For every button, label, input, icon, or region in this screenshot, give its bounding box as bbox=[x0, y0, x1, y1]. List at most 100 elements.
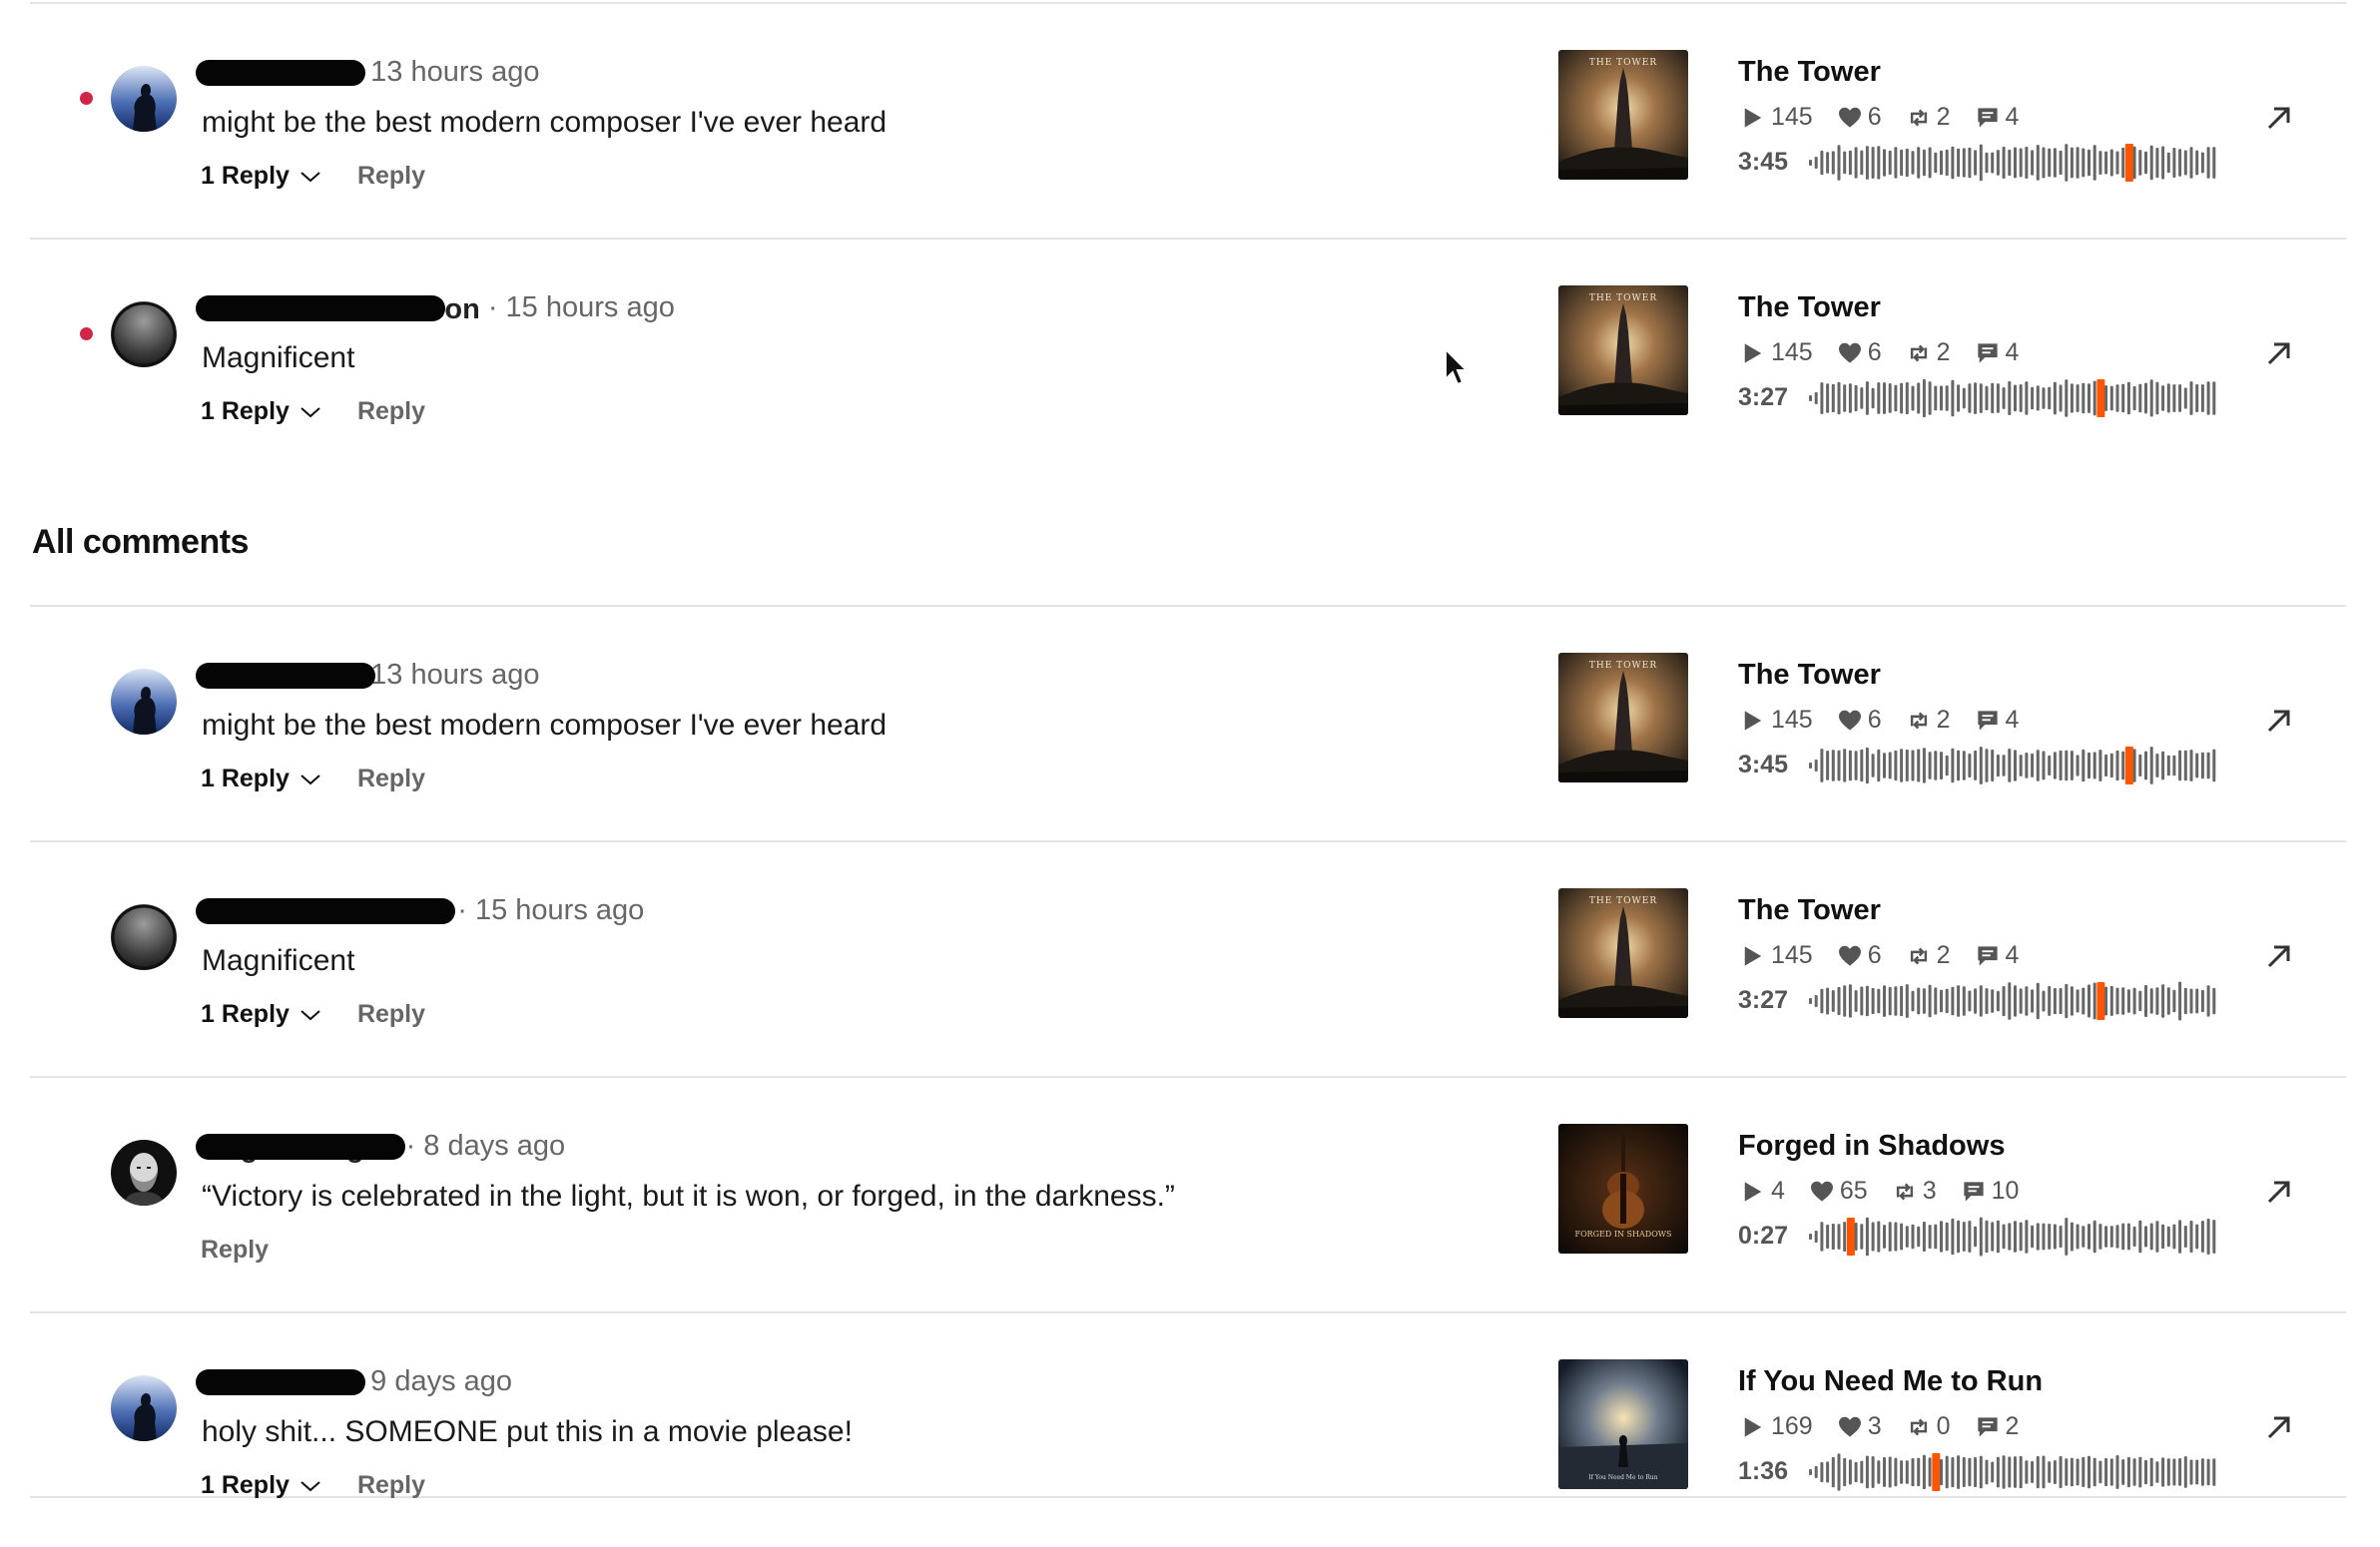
waveform-bar bbox=[1883, 753, 1886, 778]
comment-author[interactable]: Roger Morgan bbox=[196, 1132, 405, 1164]
waveform-bar bbox=[2025, 1220, 2029, 1254]
open-track-arrow-icon[interactable] bbox=[2265, 942, 2293, 970]
waveform[interactable] bbox=[1809, 377, 2218, 419]
waveform-bar bbox=[1917, 1457, 1921, 1487]
tower-art[interactable]: THE TOWER bbox=[1558, 888, 1688, 1018]
waveform-bar bbox=[2053, 1224, 2057, 1250]
waveform-bar bbox=[1877, 382, 1881, 414]
track-title[interactable]: The Tower bbox=[1738, 56, 1881, 89]
waveform-bar bbox=[2132, 1458, 2136, 1486]
replies-count: 1 Reply bbox=[201, 1000, 290, 1028]
replies-toggle[interactable]: 1 Reply bbox=[201, 1471, 321, 1500]
cello-art[interactable]: FORGED IN SHADOWS bbox=[1558, 1124, 1688, 1254]
open-track-arrow-icon[interactable] bbox=[2265, 1413, 2293, 1441]
waveform-bar bbox=[2031, 150, 2035, 176]
waveform-bar bbox=[2155, 381, 2159, 415]
open-track-arrow-icon[interactable] bbox=[2265, 104, 2293, 132]
waveform-bar bbox=[2178, 149, 2182, 177]
reply-button[interactable]: Reply bbox=[357, 765, 425, 793]
waveform[interactable] bbox=[1809, 1451, 2218, 1493]
waveform-bar bbox=[1991, 152, 1995, 174]
comment-author[interactable]: Alexander Jeff478 bbox=[196, 896, 455, 928]
comment-time: · 15 hours ago bbox=[457, 894, 645, 926]
stat-repost: 2 bbox=[1908, 941, 1951, 970]
track-title[interactable]: Forged in Shadows bbox=[1738, 1130, 2005, 1163]
waveform-bar bbox=[1928, 1457, 1932, 1487]
reply-button[interactable]: Reply bbox=[357, 1471, 425, 1500]
stat-play: 169 bbox=[1742, 1412, 1813, 1441]
comment-text: might be the best modern composer I've e… bbox=[202, 709, 888, 742]
portrait-avatar[interactable] bbox=[111, 1140, 177, 1206]
silhouette-avatar[interactable] bbox=[111, 1375, 177, 1441]
comment-time: · 15 hours ago bbox=[487, 291, 675, 323]
open-track-arrow-icon[interactable] bbox=[2265, 707, 2293, 735]
silhouette-avatar[interactable] bbox=[111, 669, 177, 735]
reply-button[interactable]: Reply bbox=[201, 1236, 269, 1265]
comment-author[interactable]: Alexander Jefferson bbox=[196, 293, 480, 325]
comment-header: Alexander Jeff478· 15 hours ago bbox=[196, 894, 645, 928]
comment-text: might be the best modern composer I've e… bbox=[202, 106, 888, 139]
waveform-bar bbox=[2166, 987, 2170, 1015]
silhouette-avatar[interactable] bbox=[111, 66, 177, 132]
stat-plays-count: 145 bbox=[1771, 706, 1813, 734]
waveform[interactable] bbox=[1809, 142, 2218, 184]
replies-toggle[interactable]: 1 Reply bbox=[201, 765, 321, 793]
waveform-bar bbox=[2092, 1220, 2096, 1254]
waveform-bar bbox=[1894, 147, 1898, 179]
waveform-bar bbox=[1922, 748, 1926, 783]
comment-author[interactable]: Halloween bbox=[196, 1367, 365, 1399]
reply-button[interactable]: Reply bbox=[357, 162, 425, 191]
waveform-bar bbox=[2172, 1224, 2176, 1250]
comment-author[interactable]: Halloween bbox=[196, 58, 365, 90]
waveform-bar bbox=[2212, 1220, 2216, 1254]
track-title[interactable]: The Tower bbox=[1738, 659, 1881, 692]
waveform-bar bbox=[1854, 147, 1858, 179]
waveform-bar bbox=[2161, 1224, 2165, 1250]
open-track-arrow-icon[interactable] bbox=[2265, 1178, 2293, 1206]
waveform-bar bbox=[1934, 1224, 1938, 1250]
waveform[interactable] bbox=[1809, 980, 2218, 1022]
stat-heart: 3 bbox=[1838, 1412, 1882, 1441]
waveform-bar bbox=[2138, 1220, 2142, 1254]
comment-icon bbox=[1964, 1181, 1984, 1202]
waveform-bar bbox=[1940, 1221, 1943, 1253]
waveform-bar bbox=[2149, 379, 2153, 417]
track-stats: 145 6 2 4 bbox=[1742, 706, 2045, 735]
waveform-bar bbox=[2189, 1459, 2193, 1485]
replies-toggle[interactable]: 1 Reply bbox=[201, 1000, 321, 1029]
waveform[interactable] bbox=[1809, 745, 2218, 786]
waveform-bar bbox=[2042, 751, 2046, 780]
replies-toggle[interactable]: 1 Reply bbox=[201, 397, 321, 426]
track-title[interactable]: The Tower bbox=[1738, 291, 1881, 324]
comment-icon bbox=[1977, 710, 1998, 731]
waveform-bar bbox=[2002, 387, 2006, 409]
grey-avatar[interactable] bbox=[111, 904, 177, 970]
waveform[interactable] bbox=[1809, 1216, 2218, 1258]
waveform-bar bbox=[1962, 1222, 1966, 1252]
grey-avatar[interactable] bbox=[111, 301, 177, 367]
waveform-bar bbox=[2161, 1457, 2165, 1487]
tower-art[interactable]: THE TOWER bbox=[1558, 653, 1688, 782]
open-track-arrow-icon[interactable] bbox=[2265, 339, 2293, 367]
waveform-bar bbox=[1900, 749, 1904, 782]
reply-button[interactable]: Reply bbox=[357, 397, 425, 426]
tower-art[interactable]: THE TOWER bbox=[1558, 285, 1688, 415]
waveform-bar bbox=[2172, 1458, 2176, 1486]
chevron-down-icon bbox=[300, 171, 320, 182]
stat-repost: 2 bbox=[1908, 706, 1951, 735]
waveform-bar bbox=[1848, 1459, 1852, 1485]
reply-button[interactable]: Reply bbox=[357, 1000, 425, 1029]
track-title[interactable]: If You Need Me to Run bbox=[1738, 1365, 2043, 1398]
chevron-down-icon bbox=[300, 774, 320, 784]
waveform-bar bbox=[2087, 752, 2090, 779]
track-title[interactable]: The Tower bbox=[1738, 894, 1881, 927]
waveform-playhead bbox=[2096, 379, 2105, 417]
run-art[interactable]: If You Need Me to Run bbox=[1558, 1359, 1688, 1489]
waveform-bar bbox=[1837, 1224, 1841, 1250]
comment-author[interactable]: Halloween bbox=[196, 661, 375, 693]
waveform-bar bbox=[1865, 748, 1869, 784]
replies-count: 1 Reply bbox=[201, 1471, 290, 1499]
tower-art[interactable]: THE TOWER bbox=[1558, 50, 1688, 180]
stat-comment: 4 bbox=[1977, 103, 2019, 132]
replies-toggle[interactable]: 1 Reply bbox=[201, 162, 321, 191]
